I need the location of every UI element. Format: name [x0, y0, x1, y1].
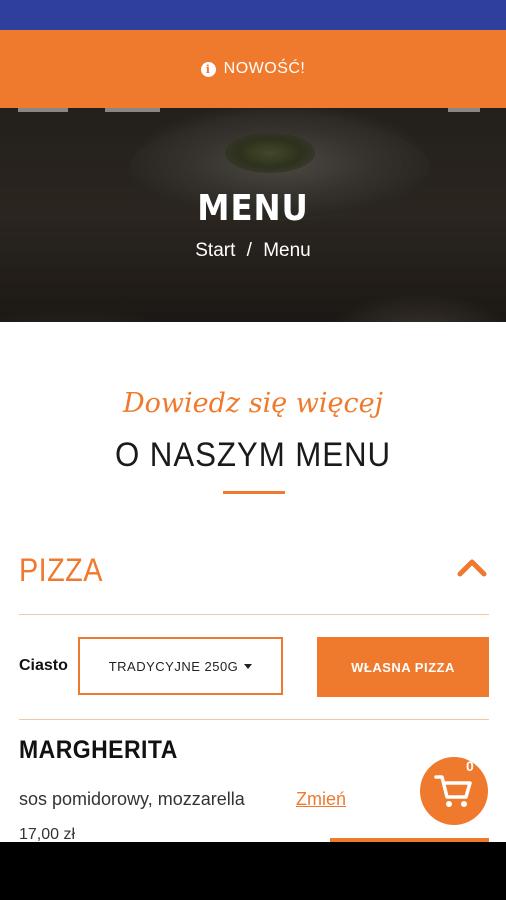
news-label: NOWOŚĆ!	[223, 60, 306, 77]
breadcrumb: Start / Menu	[0, 240, 506, 262]
hero-banner: MENU Start / Menu	[0, 108, 506, 322]
info-icon: i	[200, 61, 216, 77]
section-title: PIZZA	[19, 552, 103, 588]
system-navigation-bar	[0, 842, 506, 900]
menu-item-description: sos pomidorowy, mozzarella	[19, 789, 245, 809]
divider	[19, 719, 489, 720]
own-pizza-button[interactable]: WŁASNA PIZZA	[317, 637, 489, 697]
caret-down-icon	[244, 663, 253, 669]
breadcrumb-separator: /	[246, 240, 252, 261]
breadcrumb-home[interactable]: Start	[195, 240, 235, 261]
intro-title: O NASZYM MENU	[114, 436, 392, 474]
dough-label: Ciasto	[19, 657, 68, 674]
dough-select[interactable]: TRADYCYJNE 250G	[78, 637, 283, 695]
status-bar	[0, 0, 506, 30]
news-banner[interactable]: i NOWOŚĆ!	[0, 30, 506, 108]
dough-selected-value: TRADYCYJNE 250G	[108, 658, 239, 674]
menu-item-name: MARGHERITA	[19, 736, 178, 764]
pizza-section-header[interactable]: PIZZA	[19, 550, 489, 615]
intro-script-heading: Dowiedz się więcej	[123, 388, 383, 419]
cart-icon	[434, 775, 472, 807]
page-title: MENU	[197, 188, 309, 229]
intro-underline	[223, 491, 285, 494]
cart-count-badge: 0	[466, 758, 474, 774]
change-ingredients-link[interactable]: Zmień	[296, 789, 346, 810]
breadcrumb-current: Menu	[263, 240, 311, 261]
cart-button[interactable]	[420, 757, 488, 825]
chevron-up-icon[interactable]	[457, 556, 487, 578]
